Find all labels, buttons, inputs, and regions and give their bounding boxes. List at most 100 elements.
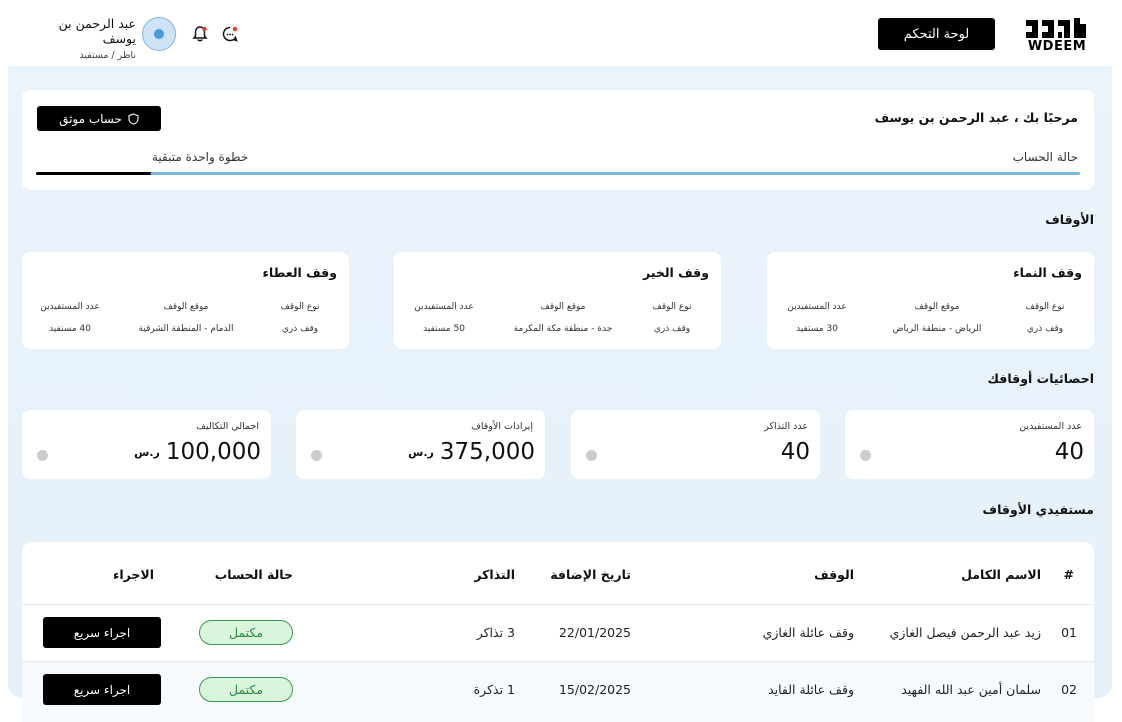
column-header-status: حالة الحساب [214,567,293,582]
waqf-card[interactable]: وقف الخير نوع الوقف وقف ذري موقع الوقف ج… [394,252,721,349]
waqf-type-label: نوع الوقف [1025,302,1065,312]
logo[interactable]: WDEEM [1024,14,1090,54]
waqf-beneficiaries-value: 50 مستفيد [423,324,465,334]
column-header-waqf: الوقف [814,567,854,582]
waqf-type-value: وقف ذري [1026,324,1064,334]
waqf-location-value: جدة - منطقة مكة المكرمة [513,324,613,334]
column-header-num: # [1063,567,1074,582]
cell-date: 22/01/2025 [558,625,631,640]
waqf-type: نوع الوقف وقف ذري [637,302,707,334]
top-bar: WDEEM لوحة التحكم عبد الرحمن بن يوسف ناظ… [0,0,1122,66]
avatar[interactable] [142,17,176,51]
stat-label: اجمالي التكاليف [196,421,259,432]
status-badge: مكتمل [199,620,293,645]
waqf-type-value: وقف ذري [281,324,319,334]
cell-date: 15/02/2025 [558,682,631,697]
awqaf-section-title: الأوقاف [1045,212,1094,227]
stat-number: 40 [1054,439,1084,465]
welcome-card: مرحبًا بك ، عبد الرحمن بن يوسف حساب موثق… [22,90,1094,190]
user-name: عبد الرحمن بن يوسف [58,16,136,46]
waqf-beneficiaries: عدد المستفيدين 40 مستفيد [30,302,110,334]
stat-number: 100,000 [165,439,261,465]
table-divider [22,604,1094,605]
account-progress-complete [36,172,151,175]
stats-section-title: احصائيات أوقافك [987,371,1094,386]
waqf-card[interactable]: وقف النماء نوع الوقف وقف ذري موقع الوقف … [767,252,1094,349]
stat-card: إيرادات الأوقاف 375,000 ر.س [296,410,545,479]
verified-account-button[interactable]: حساب موثق [37,106,161,131]
waqf-location: موقع الوقف الرياض - منطقة الرياض [877,302,997,334]
status-badge: مكتمل [199,677,293,702]
waqf-name: وقف العطاء [262,265,338,280]
stat-value: 100,000 ر.س [134,439,261,465]
logo-mark-icon [1026,18,1086,38]
cell-tickets: 3 تذاكر [476,625,515,640]
status-dot [311,450,322,461]
waqf-type: نوع الوقف وقف ذري [1010,302,1080,334]
shield-icon [128,112,139,125]
column-header-action: الاجراء [112,567,154,582]
chat-icon[interactable] [221,25,239,43]
beneficiaries-section-title: مستفيدي الأوقاف [982,502,1094,517]
stat-value: 40 [781,439,810,465]
cell-waqf: وقف عائلة الغازي [762,625,854,640]
user-info[interactable]: عبد الرحمن بن يوسف ناظر / مستفيد [26,16,136,61]
bell-icon[interactable] [191,25,209,43]
beneficiaries-table: # الاسم الكامل الوقف تاريخ الإضافة التذا… [22,542,1094,722]
verified-account-label: حساب موثق [59,111,122,126]
cell-name: زيد عبد الرحمن فيصل الغازي [889,625,1041,640]
waqf-beneficiaries-label: عدد المستفيدين [414,302,474,312]
waqf-location-label: موقع الوقف [914,302,960,312]
waqf-beneficiaries: عدد المستفيدين 50 مستفيد [404,302,484,334]
quick-action-button[interactable]: اجراء سريع [43,617,161,648]
remaining-step-label: خطوة واحدة متبقية [152,150,249,164]
welcome-greeting: مرحبًا بك ، عبد الرحمن بن يوسف [874,110,1078,125]
status-dot [37,450,48,461]
stat-label: إيرادات الأوقاف [471,421,533,432]
stat-number: 375,000 [439,439,535,465]
waqf-type-label: نوع الوقف [652,302,692,312]
waqf-location-value: الدمام - المنطقة الشرقية [138,324,234,334]
riyal-icon: ر.س [134,445,160,459]
waqf-location-value: الرياض - منطقة الرياض [892,324,982,334]
cell-tickets: 1 تذكرة [473,682,515,697]
column-header-name: الاسم الكامل [961,567,1041,582]
account-progress-bar [36,172,1080,175]
stat-card: عدد المستفيدين 40 [845,410,1094,479]
cell-num: 01 [1061,625,1077,640]
stat-number: 40 [780,439,810,465]
stat-value: 375,000 ر.س [408,439,535,465]
waqf-type: نوع الوقف وقف ذري [265,302,335,334]
status-dot [860,450,871,461]
account-status-label: حالة الحساب [1012,150,1078,164]
stat-label: عدد المستفيدين [1019,421,1082,432]
waqf-type-label: نوع الوقف [280,302,320,312]
status-dot [586,450,597,461]
logo-text: WDEEM [1027,39,1087,54]
waqf-beneficiaries-value: 40 مستفيد [49,324,91,334]
riyal-icon: ر.س [408,445,434,459]
waqf-name: وقف النماء [1013,265,1082,280]
waqf-beneficiaries-label: عدد المستفيدين [40,302,100,312]
waqf-beneficiaries: عدد المستفيدين 30 مستفيد [777,302,857,334]
stat-value: 40 [1055,439,1084,465]
user-role: ناظر / مستفيد [79,50,136,61]
stat-card: عدد التذاكر 40 [571,410,820,479]
waqf-name: وقف الخير [642,265,709,280]
stat-card: اجمالي التكاليف 100,000 ر.س [22,410,271,479]
quick-action-button[interactable]: اجراء سريع [43,674,161,705]
waqf-location: موقع الوقف الدمام - المنطقة الشرقية [126,302,246,334]
waqf-location-label: موقع الوقف [163,302,209,312]
waqf-type-value: وقف ذري [653,324,691,334]
waqf-card[interactable]: وقف العطاء نوع الوقف وقف ذري موقع الوقف … [22,252,349,349]
waqf-beneficiaries-value: 30 مستفيد [796,324,838,334]
cell-waqf: وقف عائلة الفايد [768,682,854,697]
column-header-date: تاريخ الإضافة [550,567,631,582]
cell-name: سلمان أمين عبد الله الفهيد [901,682,1041,697]
waqf-location: موقع الوقف جدة - منطقة مكة المكرمة [498,302,628,334]
waqf-beneficiaries-label: عدد المستفيدين [787,302,847,312]
dashboard-button[interactable]: لوحة التحكم [878,18,995,50]
cell-num: 02 [1061,682,1077,697]
stat-label: عدد التذاكر [764,421,808,432]
column-header-tickets: التذاكر [474,567,515,582]
